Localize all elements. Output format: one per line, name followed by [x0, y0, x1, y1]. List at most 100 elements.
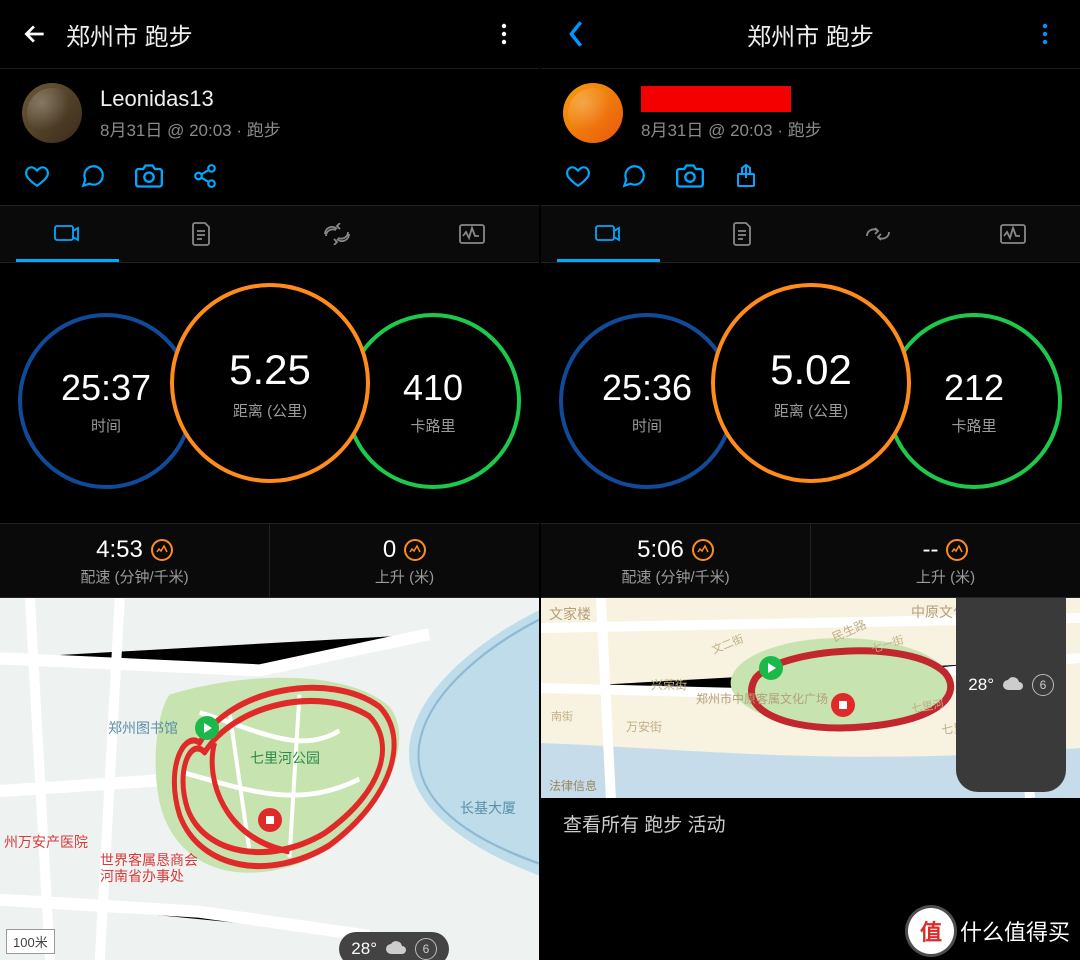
- watermark-badge-icon: 值: [908, 908, 954, 954]
- activity-panel-left: 郑州市 跑步 Leonidas13 8月31日 @ 20:03 · 跑步: [0, 0, 539, 960]
- tab-bar: [541, 205, 1080, 263]
- more-menu-icon[interactable]: [487, 17, 521, 51]
- poi-t4: 郑州市中原客属文化广场: [696, 690, 828, 707]
- stat-rings: 25:37 时间 5.25 距离 (公里) 410 卡路里: [0, 263, 539, 523]
- pace-label: 配速 (分钟/千米): [0, 566, 269, 587]
- elev-label: 上升 (米): [270, 566, 539, 587]
- tab-details[interactable]: [676, 206, 811, 262]
- header: 郑州市 跑步: [0, 0, 539, 68]
- tab-overview[interactable]: [541, 206, 676, 262]
- elev-chip-icon: [404, 539, 426, 561]
- activity-panel-right: 郑州市 跑步 8月31日 @ 20:03 · 跑步: [539, 0, 1080, 960]
- tab-laps[interactable]: [811, 206, 946, 262]
- tab-details[interactable]: [135, 206, 270, 262]
- like-icon[interactable]: [22, 161, 52, 191]
- distance-label: 距离 (公里): [233, 400, 307, 421]
- avatar[interactable]: [22, 83, 82, 143]
- end-pin-icon: [831, 693, 855, 717]
- weather-pill: 28° 6: [339, 932, 449, 960]
- more-menu-icon[interactable]: [1028, 17, 1062, 51]
- pace-chip-icon: [151, 539, 173, 561]
- activity-meta: 8月31日 @ 20:03 · 跑步: [641, 116, 822, 141]
- map-scale: 100米: [6, 929, 55, 954]
- comment-icon[interactable]: [619, 161, 649, 191]
- poi-library: 郑州图书馆: [108, 718, 178, 738]
- avatar[interactable]: [563, 83, 623, 143]
- watermark: 值 什么值得买: [908, 908, 1070, 954]
- time-label: 时间: [632, 415, 662, 436]
- calories-value: 410: [403, 367, 463, 409]
- stat-pace[interactable]: 4:53 配速 (分钟/千米): [0, 524, 270, 597]
- page-title: 郑州市 跑步: [52, 17, 487, 52]
- distance-value: 5.25: [229, 346, 311, 394]
- secondary-stats: 4:53 配速 (分钟/千米) 0 上升 (米): [0, 523, 539, 598]
- tab-hr[interactable]: [404, 206, 539, 262]
- start-pin-icon: [759, 656, 783, 680]
- pace-label: 配速 (分钟/千米): [541, 566, 810, 587]
- tab-bar: [0, 205, 539, 263]
- ring-distance[interactable]: 5.25 距离 (公里): [170, 283, 370, 483]
- tab-laps[interactable]: [270, 206, 405, 262]
- comment-icon[interactable]: [78, 161, 108, 191]
- time-value: 25:37: [61, 367, 151, 409]
- view-all-link[interactable]: 查看所有 跑步 活动: [541, 798, 1080, 849]
- poi-building: 长基大厦: [460, 798, 516, 818]
- camera-icon[interactable]: [675, 161, 705, 191]
- pace-value: 4:53: [96, 536, 143, 564]
- weather-count: 6: [415, 938, 437, 960]
- like-icon[interactable]: [563, 161, 593, 191]
- back-button[interactable]: [18, 17, 52, 51]
- elev-value: 0: [383, 536, 396, 564]
- user-row: 8月31日 @ 20:03 · 跑步: [541, 68, 1080, 153]
- start-pin-icon: [195, 716, 219, 740]
- poi-t7: 万安街: [626, 718, 662, 735]
- calories-label: 卡路里: [951, 415, 996, 436]
- stat-elevation[interactable]: 0 上升 (米): [270, 524, 539, 597]
- social-row: [541, 153, 1080, 205]
- secondary-stats: 5:06 配速 (分钟/千米) -- 上升 (米): [541, 523, 1080, 598]
- watermark-text: 什么值得买: [960, 915, 1070, 947]
- activity-meta: 8月31日 @ 20:03 · 跑步: [100, 116, 281, 141]
- calories-label: 卡路里: [410, 415, 455, 436]
- user-name-redacted: [641, 85, 822, 112]
- time-value: 25:36: [602, 367, 692, 409]
- ring-time[interactable]: 25:37 时间: [18, 313, 194, 489]
- pace-value: 5:06: [637, 536, 684, 564]
- ring-calories[interactable]: 212 卡路里: [886, 313, 1062, 489]
- tab-hr[interactable]: [945, 206, 1080, 262]
- weather-temp: 28°: [351, 939, 377, 959]
- poi-t3: 兴荣街: [651, 676, 687, 693]
- poi-hospital: 州万安产医院: [4, 834, 88, 850]
- ring-time[interactable]: 25:36 时间: [559, 313, 735, 489]
- ring-calories[interactable]: 410 卡路里: [345, 313, 521, 489]
- distance-label: 距离 (公里): [774, 400, 848, 421]
- weather-count: 6: [1032, 674, 1054, 696]
- back-button[interactable]: [559, 17, 593, 51]
- camera-icon[interactable]: [134, 161, 164, 191]
- share-icon[interactable]: [190, 161, 220, 191]
- stat-elevation[interactable]: -- 上升 (米): [811, 524, 1080, 597]
- distance-value: 5.02: [770, 346, 852, 394]
- ring-distance[interactable]: 5.02 距离 (公里): [711, 283, 911, 483]
- user-name: Leonidas13: [100, 86, 281, 112]
- tab-overview[interactable]: [0, 206, 135, 262]
- elev-value: --: [923, 536, 939, 564]
- social-row: [0, 153, 539, 205]
- poi-office: 世界客属恳商会 河南省办事处: [100, 852, 198, 884]
- pace-chip-icon: [692, 539, 714, 561]
- weather-temp: 28°: [968, 675, 994, 695]
- calories-value: 212: [944, 367, 1004, 409]
- stat-pace[interactable]: 5:06 配速 (分钟/千米): [541, 524, 811, 597]
- route-map[interactable]: 文家楼 中原文化创意广场 兴荣街 郑州市中原客属文化广场 民生路 七里河南路 万…: [541, 598, 1080, 798]
- page-title: 郑州市 跑步: [593, 17, 1028, 52]
- user-row: Leonidas13 8月31日 @ 20:03 · 跑步: [0, 68, 539, 153]
- poi-t12: 南街: [551, 708, 573, 724]
- legal-link[interactable]: 法律信息: [549, 777, 597, 794]
- export-icon[interactable]: [731, 161, 761, 191]
- poi-park: 七里河公园: [250, 748, 320, 768]
- end-pin-icon: [258, 808, 282, 832]
- time-label: 时间: [91, 415, 121, 436]
- route-map[interactable]: 郑州图书馆 七里河公园 州万安产医院 世界客属恳商会 河南省办事处 长基大厦 1…: [0, 598, 539, 960]
- poi-t1: 文家楼: [549, 604, 591, 624]
- elev-label: 上升 (米): [811, 566, 1080, 587]
